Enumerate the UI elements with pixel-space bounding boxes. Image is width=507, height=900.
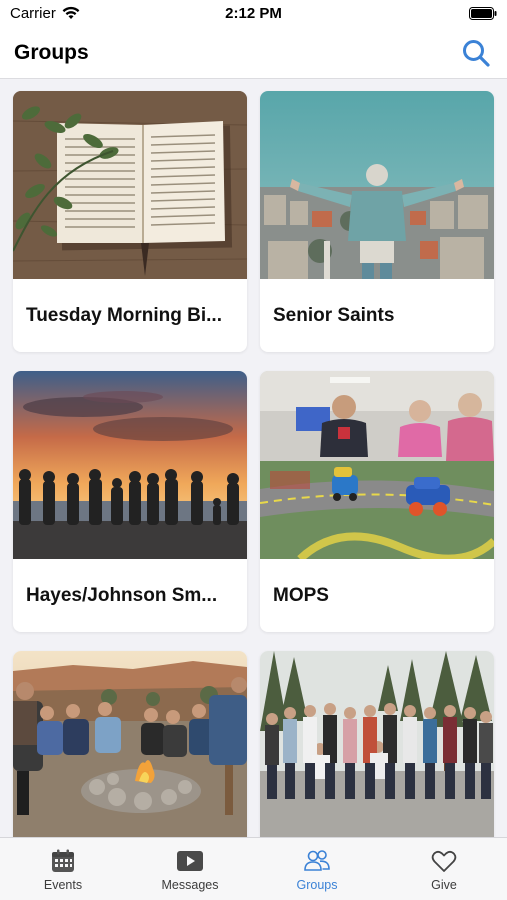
group-name: MOPS xyxy=(273,585,329,606)
group-card[interactable]: MOPS xyxy=(260,371,494,632)
group-name: Senior Saints xyxy=(273,305,395,326)
page-title: Groups xyxy=(14,41,89,64)
clock-time: 2:12 PM xyxy=(225,5,282,22)
group-photo-forest-group xyxy=(260,651,494,837)
group-photo-sunset xyxy=(13,371,247,559)
group-card[interactable]: Hayes/Johnson Sm... xyxy=(13,371,247,632)
heart-icon xyxy=(431,850,457,872)
calendar-icon xyxy=(52,849,74,872)
group-photo-bible xyxy=(13,91,247,279)
group-card[interactable] xyxy=(260,651,494,837)
play-icon xyxy=(177,851,203,871)
tab-label: Groups xyxy=(296,878,338,892)
group-name: Tuesday Morning Bi... xyxy=(26,305,222,326)
groups-screen: Carrier 2:12 PM Groups Tuesday Morning B… xyxy=(0,0,507,900)
group-name: Hayes/Johnson Sm... xyxy=(26,585,218,606)
tab-groups[interactable]: Groups xyxy=(254,838,380,900)
battery-icon xyxy=(469,7,497,20)
group-photo-mops xyxy=(260,371,494,559)
status-bar: Carrier 2:12 PM xyxy=(0,0,507,28)
people-icon xyxy=(304,850,330,871)
tab-give[interactable]: Give xyxy=(381,838,507,900)
tab-label: Events xyxy=(43,878,83,892)
tab-events[interactable]: Events xyxy=(0,838,126,900)
groups-grid: Tuesday Morning Bi... Senior Saints Haye… xyxy=(0,79,507,837)
tab-label: Give xyxy=(431,878,457,892)
navigation-bar: Groups xyxy=(0,28,507,79)
search-icon[interactable] xyxy=(461,38,491,68)
group-card[interactable]: Tuesday Morning Bi... xyxy=(13,91,247,352)
group-card[interactable] xyxy=(13,651,247,837)
tab-messages[interactable]: Messages xyxy=(127,838,253,900)
tab-label: Messages xyxy=(161,878,219,892)
group-card[interactable]: Senior Saints xyxy=(260,91,494,352)
tab-bar: Events Messages Groups Give xyxy=(0,837,507,900)
group-photo-campfire xyxy=(13,651,247,837)
group-photo-senior-saints xyxy=(260,91,494,279)
